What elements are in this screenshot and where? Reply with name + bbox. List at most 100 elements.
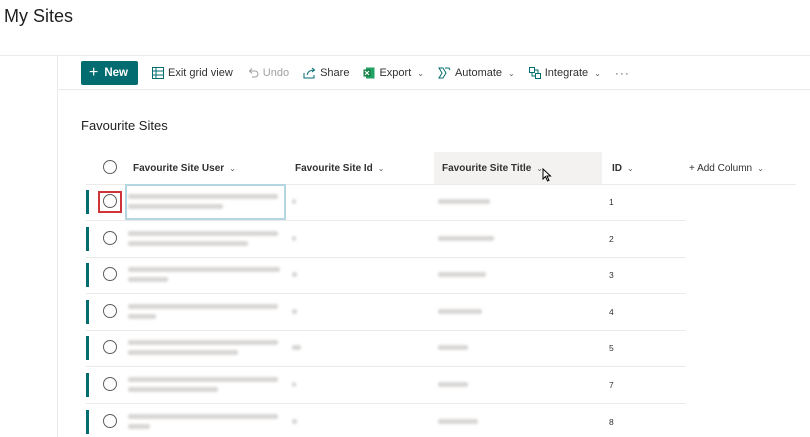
redacted-site-user (128, 303, 278, 309)
add-column-button[interactable]: + Add Column ⌄ (689, 152, 764, 184)
row-divider-line (86, 293, 686, 295)
row-accent-bar (86, 226, 89, 251)
redacted-site-title (438, 199, 490, 204)
id-cell: 3 (609, 270, 614, 281)
row-accent-bar (86, 299, 89, 324)
row-accent-bar (86, 263, 89, 288)
focused-cell-outline (125, 184, 286, 220)
redacted-site-title (438, 345, 468, 351)
id-cell: 2 (609, 233, 614, 244)
chevron-down-icon: ⌄ (377, 163, 385, 173)
cursor-icon (542, 168, 552, 182)
share-icon (303, 67, 316, 79)
id-cell: 5 (609, 343, 614, 354)
chevron-down-icon: ⌄ (627, 163, 634, 173)
redacted-site-id (292, 272, 297, 278)
column-header-label: Favourite Site User (133, 162, 225, 174)
row-divider-line (86, 220, 686, 221)
select-all-radio[interactable] (103, 160, 117, 174)
redacted-site-id (292, 199, 296, 204)
share-button[interactable]: Share (303, 67, 349, 79)
export-label: Export (379, 67, 412, 79)
chevron-down-icon: ⌄ (594, 68, 601, 78)
automate-button[interactable]: Automate ⌄ (438, 67, 515, 79)
integrate-label: Integrate (544, 67, 589, 79)
new-button-label: New (104, 67, 128, 79)
redacted-site-user (128, 230, 278, 236)
row-divider-line (86, 256, 686, 258)
list-title: Favourite Sites (81, 118, 168, 133)
new-button[interactable]: + New (81, 61, 138, 85)
integrate-icon (528, 67, 541, 79)
redacted-site-user (128, 277, 168, 283)
redacted-site-id (292, 235, 296, 241)
row-divider-line (86, 329, 686, 331)
row-select-radio[interactable] (103, 267, 117, 282)
row-accent-bar (86, 409, 89, 434)
id-cell: 4 (609, 306, 614, 317)
row-accent-bar (86, 336, 89, 361)
redacted-site-user (128, 350, 238, 356)
redacted-site-user (128, 340, 278, 346)
exit-grid-view-label: Exit grid view (168, 67, 233, 79)
redacted-site-id (292, 308, 297, 314)
redacted-site-id (292, 382, 296, 387)
row-select-radio[interactable] (103, 230, 117, 245)
page-title: My Sites (4, 6, 74, 26)
header-divider (0, 55, 810, 56)
row-select-radio[interactable] (103, 340, 117, 355)
column-header-favourite-site-id[interactable]: Favourite Site Id ⌄ (295, 152, 385, 184)
undo-label: Undo (262, 67, 290, 79)
chevron-down-icon: ⌄ (417, 68, 424, 78)
row-select-highlight (98, 191, 122, 213)
row-divider-line (86, 366, 686, 368)
redacted-site-title (438, 308, 482, 314)
id-cell: 1 (609, 197, 614, 207)
row-divider-line (86, 403, 686, 404)
export-button[interactable]: Export ⌄ (363, 67, 424, 79)
command-bar-divider (57, 89, 810, 90)
redacted-site-user (128, 240, 248, 246)
column-header-favourite-site-user[interactable]: Favourite Site User ⌄ (133, 152, 236, 184)
share-label: Share (320, 67, 350, 79)
excel-icon (363, 67, 375, 79)
chevron-down-icon: ⌄ (757, 163, 764, 173)
redacted-site-user (128, 413, 278, 419)
redacted-site-user (128, 313, 156, 319)
add-column-label: + Add Column (689, 162, 753, 174)
redacted-site-title (438, 382, 468, 387)
command-bar: + New Exit grid view Undo Share Export ⌄… (81, 61, 630, 85)
row-accent-bar (86, 190, 89, 214)
column-header-label: ID (612, 162, 622, 174)
undo-icon (248, 68, 259, 78)
column-header-id[interactable]: ID ⌄ (612, 152, 634, 184)
automate-icon (438, 67, 451, 79)
column-header-label: Favourite Site Id (295, 162, 373, 174)
more-options-icon[interactable]: ··· (615, 66, 630, 80)
redacted-site-id (292, 418, 297, 424)
plus-icon: + (89, 63, 99, 81)
redacted-site-user (128, 267, 280, 273)
row-accent-bar (86, 373, 89, 397)
grid-icon (152, 67, 164, 79)
row-select-radio[interactable] (103, 303, 117, 318)
chevron-down-icon: ⌄ (508, 68, 515, 78)
column-header-favourite-site-title[interactable]: Favourite Site Title ⌄ (434, 152, 602, 184)
automate-label: Automate (454, 67, 503, 79)
left-rail-divider (57, 56, 58, 437)
redacted-site-title (438, 235, 494, 241)
redacted-site-user (128, 423, 150, 429)
redacted-site-title (438, 418, 478, 424)
id-cell: 7 (609, 380, 614, 390)
column-header-label: Favourite Site Title (442, 162, 532, 174)
redacted-site-title (438, 272, 486, 278)
exit-grid-view-button[interactable]: Exit grid view (152, 67, 233, 79)
row-select-radio[interactable] (103, 413, 117, 428)
redacted-site-user (128, 377, 278, 382)
id-cell: 8 (609, 416, 614, 427)
undo-button[interactable]: Undo (247, 67, 289, 79)
redacted-site-id (292, 345, 301, 351)
chevron-down-icon: ⌄ (229, 163, 236, 173)
row-select-radio[interactable] (103, 377, 117, 391)
integrate-button[interactable]: Integrate ⌄ (528, 67, 601, 79)
